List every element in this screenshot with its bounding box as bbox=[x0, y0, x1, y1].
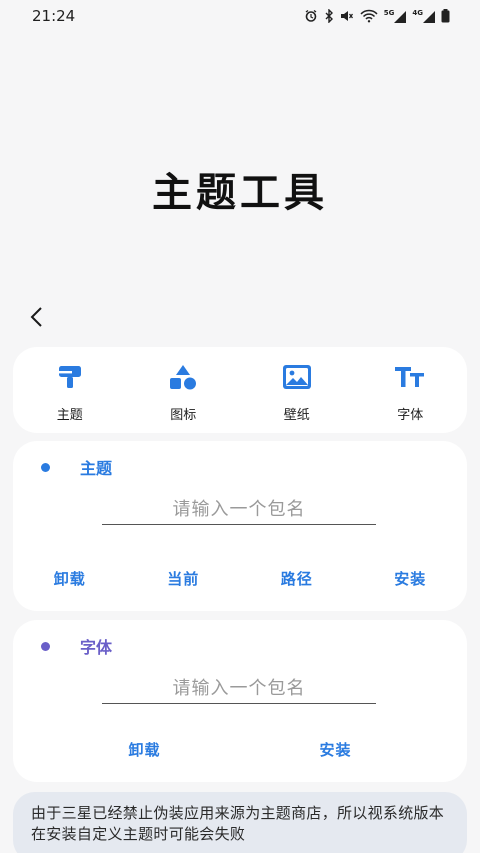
font-section: 字体 卸载 安装 bbox=[13, 620, 467, 782]
tab-theme-label: 主题 bbox=[56, 408, 83, 423]
bluetooth-icon bbox=[324, 9, 334, 23]
font-install-button[interactable]: 安装 bbox=[240, 739, 431, 760]
alarm-icon bbox=[304, 9, 318, 23]
status-bar: 21:24 5G 4G bbox=[0, 0, 480, 32]
network-4g-label: 4G bbox=[412, 8, 423, 17]
shapes-icon bbox=[167, 362, 199, 392]
font-uninstall-button[interactable]: 卸载 bbox=[49, 739, 240, 760]
screen: 21:24 5G 4G 主题工具 主题 图标 壁纸 字体 主题 请输入一个包名 … bbox=[0, 0, 480, 853]
status-icons: 5G 4G bbox=[304, 9, 450, 23]
image-icon bbox=[281, 362, 313, 392]
mute-icon bbox=[340, 9, 354, 23]
font-actions: 卸载 安装 bbox=[13, 739, 467, 760]
tab-font-label: 字体 bbox=[397, 408, 424, 423]
theme-package-input[interactable] bbox=[102, 494, 376, 525]
status-time: 21:24 bbox=[32, 7, 76, 25]
font-package-input[interactable] bbox=[102, 673, 376, 704]
tab-wallpaper[interactable]: 壁纸 bbox=[240, 347, 354, 433]
category-tabs: 主题 图标 壁纸 字体 bbox=[13, 347, 467, 433]
back-button[interactable] bbox=[22, 302, 52, 332]
font-section-header: 字体 bbox=[41, 634, 112, 658]
theme-actions: 卸载 当前 路径 安装 bbox=[13, 568, 467, 589]
tab-icons[interactable]: 图标 bbox=[127, 347, 241, 433]
theme-current-button[interactable]: 当前 bbox=[127, 568, 241, 589]
tab-wallpaper-label: 壁纸 bbox=[283, 408, 310, 423]
theme-path-button[interactable]: 路径 bbox=[240, 568, 354, 589]
network-5g-label: 5G bbox=[383, 8, 395, 17]
font-size-icon bbox=[394, 362, 426, 392]
theme-section-header: 主题 bbox=[41, 455, 112, 479]
wifi-icon bbox=[360, 9, 378, 23]
tab-icons-label: 图标 bbox=[170, 408, 197, 423]
page-title: 主题工具 bbox=[152, 170, 328, 216]
brush-icon bbox=[54, 362, 86, 392]
theme-uninstall-button[interactable]: 卸载 bbox=[13, 568, 127, 589]
signal-4g-icon: 4G bbox=[412, 8, 435, 23]
theme-section-title: 主题 bbox=[80, 459, 113, 478]
signal-5g-icon: 5G bbox=[383, 8, 407, 23]
font-section-title: 字体 bbox=[80, 638, 113, 657]
font-dot-icon bbox=[41, 641, 50, 651]
tab-font[interactable]: 字体 bbox=[354, 347, 468, 433]
notice-text: 由于三星已经禁止伪装应用来源为主题商店，所以视系统版本在安装自定义主题时可能会失… bbox=[13, 792, 467, 853]
theme-dot-icon bbox=[41, 462, 50, 472]
theme-install-button[interactable]: 安装 bbox=[354, 568, 468, 589]
back-chevron-icon bbox=[30, 307, 42, 327]
battery-icon bbox=[441, 9, 450, 23]
theme-section: 主题 卸载 当前 路径 安装 bbox=[13, 441, 467, 611]
tab-theme[interactable]: 主题 bbox=[13, 347, 127, 433]
